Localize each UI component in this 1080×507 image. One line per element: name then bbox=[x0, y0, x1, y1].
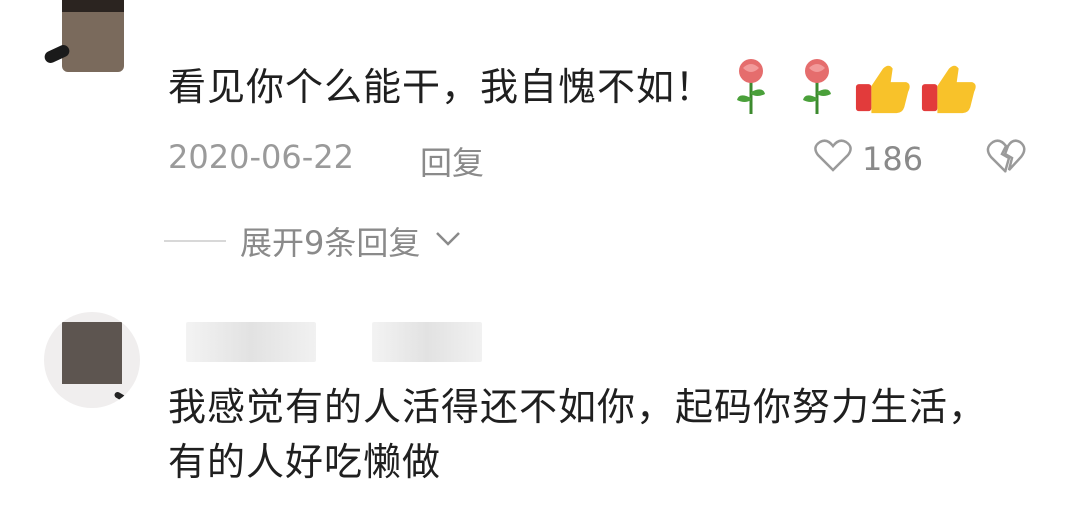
rose-icon bbox=[722, 58, 780, 116]
avatar[interactable] bbox=[44, 312, 140, 408]
comment-text: 我感觉有的人活得还不如你，起码你努力生活， 有的人好吃懒做 bbox=[168, 380, 987, 490]
like-button[interactable]: 186 bbox=[814, 138, 923, 180]
expand-replies-label: 展开9条回复 bbox=[240, 224, 421, 262]
comment-line: 我感觉有的人活得还不如你，起码你努力生活， bbox=[168, 385, 988, 429]
comment-text: 看见你个么能干，我自愧不如！ bbox=[168, 65, 715, 109]
like-count: 186 bbox=[862, 140, 924, 178]
username-redacted bbox=[372, 322, 482, 362]
chevron-down-icon bbox=[434, 230, 462, 252]
heart-icon bbox=[814, 138, 852, 180]
avatar[interactable] bbox=[62, 0, 124, 72]
reply-button[interactable]: 回复 bbox=[420, 138, 484, 184]
rose-icon bbox=[788, 58, 846, 116]
expand-replies-button[interactable]: 展开9条回复 bbox=[164, 218, 462, 264]
dislike-button[interactable] bbox=[986, 138, 1026, 178]
divider bbox=[164, 240, 226, 242]
thumbs-up-icon bbox=[920, 58, 978, 116]
thumbs-up-icon bbox=[854, 58, 912, 116]
comment-date: 2020-06-22 bbox=[168, 138, 354, 176]
comment-line: 有的人好吃懒做 bbox=[168, 440, 442, 485]
broken-heart-icon bbox=[986, 139, 1026, 178]
emoji-row bbox=[722, 58, 978, 116]
username-redacted bbox=[186, 322, 316, 362]
